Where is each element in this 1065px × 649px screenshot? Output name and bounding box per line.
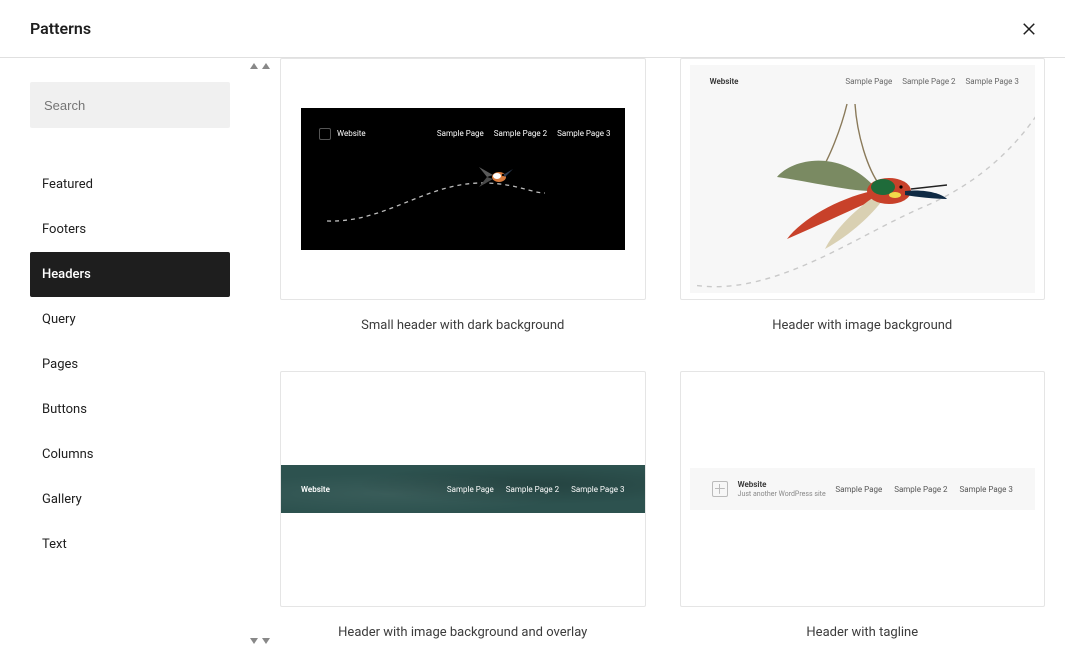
scroll-down-icon[interactable] — [260, 635, 272, 647]
preview-nav-link: Sample Page — [447, 485, 494, 494]
preview-nav-link: Sample Page 3 — [960, 485, 1013, 494]
category-label: Pages — [42, 357, 78, 372]
preview-nav-link: Sample Page 3 — [571, 485, 624, 494]
pattern-preview: Website Sample Page Sample Page 2 Sample… — [680, 58, 1046, 300]
close-icon — [1020, 20, 1038, 38]
category-label: Text — [42, 537, 67, 552]
preview-site-title: Website — [710, 77, 739, 86]
pattern-preview: Website Sample Page Sample Page 2 Sample… — [280, 58, 646, 300]
category-label: Footers — [42, 222, 86, 237]
category-label: Gallery — [42, 492, 82, 507]
hummingbird-icon — [777, 99, 947, 249]
pattern-title: Header with image background — [772, 318, 952, 333]
preview-site-title: Website — [337, 129, 366, 138]
pattern-card[interactable]: Website Sample Page Sample Page 2 Sample… — [280, 371, 646, 640]
category-featured[interactable]: Featured — [30, 162, 230, 207]
topbar: Patterns — [0, 0, 1065, 58]
preview-nav-link: Sample Page 2 — [506, 485, 559, 494]
logo-icon — [319, 128, 331, 140]
pattern-card[interactable]: Website Just another WordPress site Samp… — [680, 371, 1046, 640]
category-label: Query — [42, 312, 76, 327]
preview-nav-link: Sample Page 3 — [557, 129, 610, 138]
search-input[interactable] — [44, 98, 220, 113]
category-label: Headers — [42, 267, 91, 282]
category-label: Featured — [42, 177, 93, 192]
bird-icon — [473, 161, 517, 191]
preview-nav-link: Sample Page 2 — [894, 485, 947, 494]
body: Featured Footers Headers Query Pages But… — [0, 58, 1065, 649]
category-buttons[interactable]: Buttons — [30, 387, 230, 432]
category-gallery[interactable]: Gallery — [30, 477, 230, 522]
close-button[interactable] — [1013, 13, 1045, 45]
patterns-modal: Patterns Featured Footers Headers Query … — [0, 0, 1065, 649]
sidebar: Featured Footers Headers Query Pages But… — [0, 58, 260, 649]
preview-tagline: Just another WordPress site — [738, 490, 826, 498]
category-headers[interactable]: Headers — [30, 252, 230, 297]
pattern-preview: Website Just another WordPress site Samp… — [680, 371, 1046, 607]
scroll-up-icon[interactable] — [248, 60, 260, 72]
category-columns[interactable]: Columns — [30, 432, 230, 477]
preview-nav-link: Sample Page 3 — [966, 77, 1019, 86]
category-pages[interactable]: Pages — [30, 342, 230, 387]
page-title: Patterns — [30, 19, 91, 38]
pattern-preview: Website Sample Page Sample Page 2 Sample… — [280, 371, 646, 607]
category-label: Columns — [42, 447, 94, 462]
preview-nav-link: Sample Page — [835, 485, 882, 494]
preview-nav-link: Sample Page — [437, 129, 484, 138]
pattern-title: Small header with dark background — [361, 318, 564, 333]
category-query[interactable]: Query — [30, 297, 230, 342]
category-footers[interactable]: Footers — [30, 207, 230, 252]
pattern-card[interactable]: Website Sample Page Sample Page 2 Sample… — [680, 58, 1046, 333]
preview-nav-link: Sample Page — [845, 77, 892, 86]
pattern-title: Header with tagline — [806, 625, 918, 640]
preview-nav-link: Sample Page 2 — [902, 77, 955, 86]
scroll-up-icon[interactable] — [260, 60, 272, 72]
pattern-title: Header with image background and overlay — [338, 625, 587, 640]
category-list: Featured Footers Headers Query Pages But… — [30, 162, 230, 567]
category-text[interactable]: Text — [30, 522, 230, 567]
preview-site-title: Website — [301, 485, 330, 494]
search-box[interactable] — [30, 82, 230, 128]
scroll-down-icon[interactable] — [248, 635, 260, 647]
pattern-card[interactable]: Website Sample Page Sample Page 2 Sample… — [280, 58, 646, 333]
pattern-grid-container: Website Sample Page Sample Page 2 Sample… — [260, 58, 1065, 649]
logo-icon — [712, 481, 728, 497]
preview-site-title: Website — [738, 480, 826, 490]
preview-nav-link: Sample Page 2 — [494, 129, 547, 138]
pattern-grid: Website Sample Page Sample Page 2 Sample… — [280, 58, 1045, 640]
category-label: Buttons — [42, 402, 87, 417]
